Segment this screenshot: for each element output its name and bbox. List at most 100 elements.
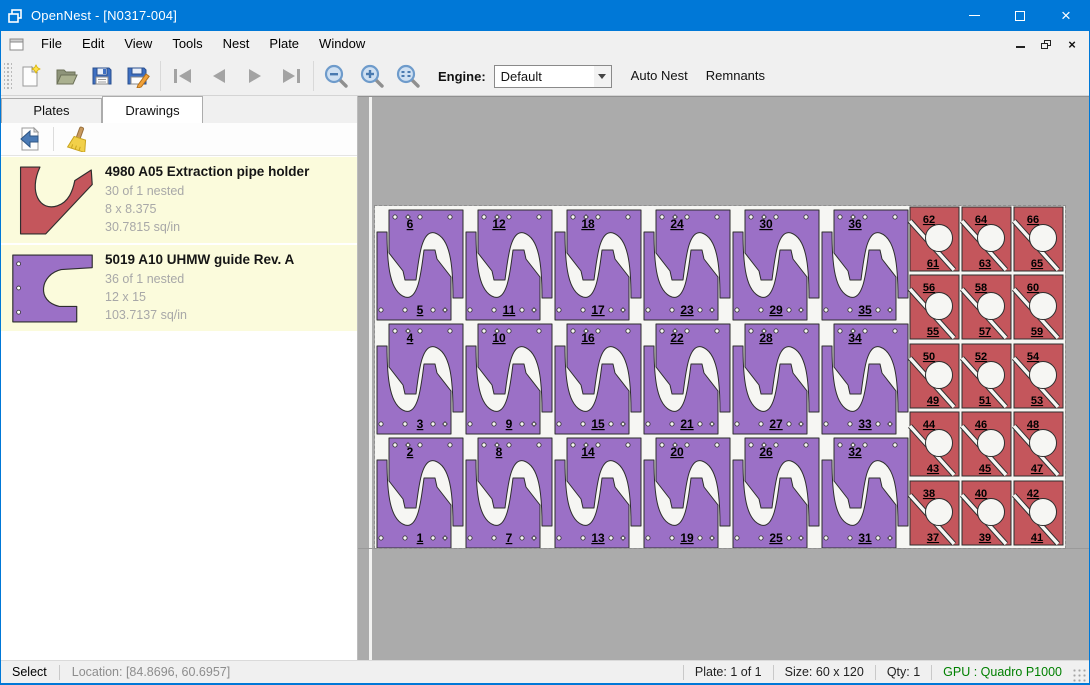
nest-pair-red[interactable]: 5453 — [1014, 344, 1063, 408]
nest-pair-purple[interactable]: 2930 — [733, 210, 819, 320]
save-button[interactable] — [84, 60, 120, 92]
import-drawing-button[interactable] — [13, 125, 47, 153]
menu-plate[interactable]: Plate — [259, 33, 309, 55]
last-plate-button[interactable] — [273, 60, 309, 92]
zoom-out-button[interactable] — [318, 60, 354, 92]
main-toolbar: Engine: Default Auto Nest Remnants — [1, 57, 1089, 96]
minimize-button[interactable] — [951, 0, 997, 31]
menu-file[interactable]: File — [31, 33, 72, 55]
nest-pair-red[interactable]: 5251 — [962, 344, 1011, 408]
save-as-button[interactable] — [120, 60, 156, 92]
maximize-button[interactable] — [997, 0, 1043, 31]
part-hole — [571, 329, 575, 333]
nest-pair-purple[interactable]: 2526 — [733, 438, 819, 548]
tab-drawings[interactable]: Drawings — [102, 96, 203, 123]
nest-pair-red[interactable]: 4645 — [962, 412, 1011, 476]
nest-pair-red[interactable]: 4847 — [1014, 412, 1063, 476]
drawing-list-item[interactable]: 5019 A10 UHMW guide Rev. A 36 of 1 neste… — [1, 245, 357, 331]
menu-window[interactable]: Window — [309, 33, 375, 55]
part-number: 49 — [927, 395, 939, 407]
part-number: 46 — [975, 419, 987, 431]
nest-pair-red[interactable]: 6665 — [1014, 207, 1063, 271]
drawing-thumbnail — [1, 161, 105, 239]
menu-view[interactable]: View — [114, 33, 162, 55]
part-number: 35 — [858, 303, 872, 317]
part-hole — [393, 215, 397, 219]
drawing-title: 4980 A05 Extraction pipe holder — [105, 164, 309, 179]
tab-plates[interactable]: Plates — [1, 98, 102, 123]
part-hole — [626, 215, 630, 219]
menu-tools[interactable]: Tools — [162, 33, 212, 55]
nest-pair-purple[interactable]: 3132 — [822, 438, 908, 548]
first-plate-button[interactable] — [165, 60, 201, 92]
nest-pair-purple[interactable]: 1718 — [555, 210, 641, 320]
part-hole — [557, 308, 561, 312]
child-restore-button[interactable] — [1039, 37, 1053, 51]
nest-pair-red[interactable]: 6463 — [962, 207, 1011, 271]
close-button[interactable]: × — [1043, 0, 1089, 31]
drawing-list-item[interactable]: 4980 A05 Extraction pipe holder 30 of 1 … — [1, 157, 357, 243]
toolbar-separator — [53, 127, 54, 151]
new-button[interactable] — [12, 60, 48, 92]
menu-edit[interactable]: Edit — [72, 33, 114, 55]
drawing-nested-count: 36 of 1 nested — [105, 270, 294, 288]
menu-nest[interactable]: Nest — [213, 33, 260, 55]
nest-pair-purple[interactable]: 12 — [377, 438, 463, 548]
open-button[interactable] — [48, 60, 84, 92]
nest-pair-purple[interactable]: 1516 — [555, 324, 641, 434]
engine-dropdown-button[interactable] — [594, 66, 611, 87]
nest-pair-purple[interactable]: 910 — [466, 324, 552, 434]
plate[interactable]: 5611121718232429303536349101516212227283… — [375, 206, 1065, 548]
nest-pair-purple[interactable]: 1920 — [644, 438, 730, 548]
engine-select[interactable]: Default — [494, 65, 612, 88]
clear-drawings-button[interactable] — [60, 125, 94, 153]
part-number: 50 — [923, 351, 935, 363]
nest-pair-purple[interactable]: 2324 — [644, 210, 730, 320]
nest-pair-red[interactable]: 50 49 — [910, 344, 959, 408]
nest-pair-purple[interactable]: 2122 — [644, 324, 730, 434]
nest-pair-red[interactable]: 4443 — [910, 412, 959, 476]
nest-pair-purple[interactable]: 1112 — [466, 210, 552, 320]
zoom-in-button[interactable] — [354, 60, 390, 92]
previous-plate-button[interactable] — [201, 60, 237, 92]
part-number: 16 — [581, 331, 595, 345]
nest-pair-red[interactable]: 6261 — [910, 207, 959, 271]
nest-pair-purple[interactable]: 3334 — [822, 324, 908, 434]
part-hole — [403, 308, 407, 312]
nest-pair-purple[interactable]: 34 — [377, 324, 463, 434]
nest-pair-red[interactable]: 4241 — [1014, 481, 1063, 545]
next-plate-button[interactable] — [237, 60, 273, 92]
nest-canvas[interactable]: 5611121718232429303536349101516212227283… — [358, 96, 1089, 660]
nest-pair-red[interactable]: 5857 — [962, 275, 1011, 339]
toolbar-grip[interactable] — [4, 62, 12, 90]
title-bar: OpenNest - [N0317-004] × — [1, 0, 1089, 31]
nest-pair-purple[interactable]: 1314 — [555, 438, 641, 548]
part-number: 14 — [581, 445, 595, 459]
nest-pair-purple[interactable]: 3536 — [822, 210, 908, 320]
part-hole — [626, 443, 630, 447]
part-hole — [418, 215, 422, 219]
nest-pair-red[interactable]: 6059 — [1014, 275, 1063, 339]
part-hole — [537, 215, 541, 219]
zoom-fit-button[interactable] — [390, 60, 426, 92]
nest-pair-red[interactable]: 4039 — [962, 481, 1011, 545]
nest-pair-purple[interactable]: 2728 — [733, 324, 819, 434]
part-number: 30 — [759, 217, 773, 231]
remnants-button[interactable]: Remnants — [697, 63, 774, 89]
auto-nest-button[interactable]: Auto Nest — [622, 63, 697, 89]
part-number: 17 — [591, 303, 605, 317]
resize-grip[interactable] — [1073, 669, 1087, 683]
nest-pair-purple[interactable]: 56 — [377, 210, 463, 320]
nest-pair-red[interactable]: 3837 — [910, 481, 959, 545]
part-hole — [431, 536, 435, 540]
child-close-button[interactable]: × — [1065, 37, 1079, 51]
part-number: 28 — [759, 331, 773, 345]
part-hole — [685, 443, 689, 447]
document-icon[interactable] — [1, 38, 31, 51]
part-number: 66 — [1027, 214, 1039, 226]
part-hole — [596, 329, 600, 333]
part-hole — [448, 215, 452, 219]
nest-pair-red[interactable]: 5655 — [910, 275, 959, 339]
child-minimize-button[interactable] — [1013, 37, 1027, 51]
nest-pair-purple[interactable]: 78 — [466, 438, 552, 548]
